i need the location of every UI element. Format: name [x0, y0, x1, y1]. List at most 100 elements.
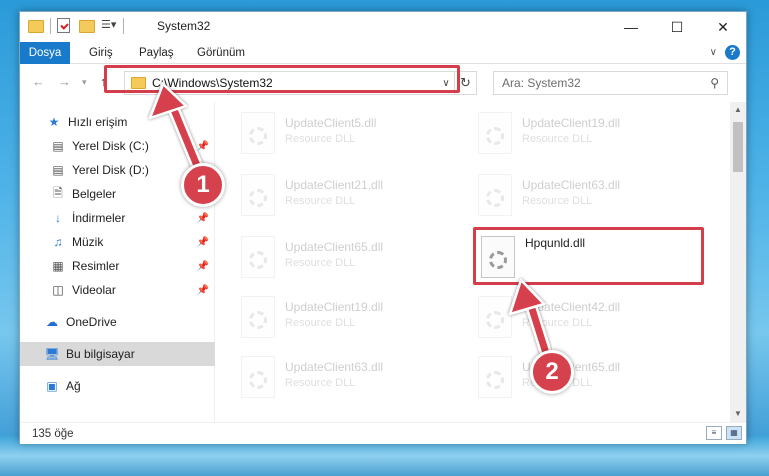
file-name: UpdateClient63.dll [522, 178, 621, 192]
tab-share[interactable]: Paylaş [128, 42, 185, 64]
chevron-down-icon[interactable]: ∨ [710, 47, 717, 58]
file-type: Resource DLL [285, 257, 356, 269]
sidebar-item-local-disk-c[interactable]: ▤ Yerel Disk (C:) 📌 [20, 134, 215, 158]
details-view-icon[interactable]: ≡ [706, 426, 722, 440]
file-item[interactable]: UpdateClient19.dll Resource DLL [478, 110, 698, 162]
star-icon: ★ [48, 115, 60, 129]
network-icon: ▣ [46, 379, 58, 393]
up-button[interactable]: ↑ [100, 74, 107, 89]
file-type: Resource DLL [285, 133, 356, 145]
file-name: UpdateClient21.dll [285, 178, 384, 192]
item-count: 135 öğe [32, 427, 74, 440]
picture-icon: ▦ [52, 259, 64, 273]
tab-home[interactable]: Giriş [78, 42, 124, 64]
status-bar: 135 öğe ≡ ▦ [20, 422, 746, 444]
address-path[interactable]: C:\Windows\System32 [152, 76, 438, 90]
sidebar-item-network[interactable]: ▣ Ağ [20, 374, 215, 398]
dll-file-icon [478, 112, 512, 154]
content-area: ★ Hızlı erişim ▤ Yerel Disk (C:) 📌 ▤ Yer… [20, 102, 746, 422]
file-name: UpdateClient42.dll [522, 300, 621, 314]
search-input[interactable]: Ara: System32 ⚲ [493, 71, 728, 95]
file-item-hpqunld[interactable]: Hpqunld.dll [481, 234, 701, 286]
file-item[interactable]: UpdateClient19.dll Resource DLL [241, 294, 461, 346]
folder-icon [28, 18, 44, 34]
sidebar-item-label: Müzik [72, 235, 104, 249]
close-button[interactable]: ✕ [700, 12, 746, 42]
sidebar-item-label: Hızlı erişim [68, 115, 128, 129]
vertical-scrollbar[interactable]: ▲ ▼ [730, 102, 746, 422]
pin-icon: 📌 [196, 212, 209, 224]
file-item[interactable]: UpdateClient65.dllResource DLL [478, 354, 698, 406]
view-switcher: ≡ ▦ [706, 426, 742, 440]
file-type: Resource DLL [285, 195, 356, 207]
pin-icon: 📌 [196, 236, 209, 248]
folder-icon [131, 77, 146, 89]
scroll-up-icon[interactable]: ▲ [730, 102, 746, 118]
file-type: Resource DLL [522, 317, 593, 329]
pin-icon: 📌 [196, 284, 209, 296]
drive-icon: ▤ [52, 163, 64, 177]
title-bar: ☰▾ System32 — ☐ ✕ [20, 12, 746, 42]
video-icon: ◫ [52, 283, 64, 297]
navigation-pane: ★ Hızlı erişim ▤ Yerel Disk (C:) 📌 ▤ Yer… [20, 102, 215, 422]
sidebar-item-this-pc[interactable]: 🖥 Bu bilgisayar [20, 342, 215, 366]
window-title: System32 [157, 19, 211, 33]
dll-file-icon [241, 356, 275, 398]
maximize-button[interactable]: ☐ [654, 12, 700, 42]
file-name: UpdateClient65.dll [285, 240, 384, 254]
dll-file-icon [478, 296, 512, 338]
search-icon[interactable]: ⚲ [710, 76, 719, 90]
toolbar-separator [123, 18, 124, 34]
scroll-down-icon[interactable]: ▼ [730, 406, 746, 422]
properties-icon[interactable] [57, 18, 73, 34]
sidebar-item-videos[interactable]: ◫ Videolar 📌 [20, 278, 215, 302]
scroll-thumb[interactable] [733, 122, 743, 172]
help-icon[interactable]: ? [725, 45, 740, 60]
dll-file-icon [481, 236, 515, 278]
file-type: Resource DLL [285, 377, 356, 389]
toolbar-separator [50, 18, 51, 34]
drive-icon: ▤ [52, 139, 64, 153]
window-controls: — ☐ ✕ [608, 12, 746, 42]
recent-locations-button[interactable]: ▾ [82, 77, 87, 88]
tab-file[interactable]: Dosya [20, 42, 70, 64]
sidebar-item-pictures[interactable]: ▦ Resimler 📌 [20, 254, 215, 278]
sidebar-item-quick-access[interactable]: ★ Hızlı erişim [20, 110, 215, 134]
sidebar-item-label: Belgeler [72, 187, 117, 201]
navigation-bar: ← → ▾ ↑ C:\Windows\System32 ∨ ↻ Ara: Sys… [20, 64, 746, 102]
customize-toolbar-icon[interactable]: ☰▾ [101, 18, 117, 34]
file-item[interactable]: UpdateClient63.dll Resource DLL [478, 172, 698, 224]
new-folder-icon[interactable] [79, 18, 95, 34]
music-icon: ♫ [53, 235, 63, 249]
file-type: Resource DLL [522, 195, 593, 207]
sidebar-item-onedrive[interactable]: ☁ OneDrive [20, 310, 215, 334]
minimize-button[interactable]: — [608, 12, 654, 42]
refresh-button[interactable]: ↻ [454, 72, 476, 94]
dll-file-icon [478, 174, 512, 216]
file-name: UpdateClient63.dll [285, 360, 384, 374]
sidebar-item-label: Yerel Disk (C:) [72, 139, 149, 153]
file-item[interactable]: UpdateClient42.dll Resource DLL [478, 294, 698, 346]
pin-icon: 📌 [196, 140, 209, 152]
file-item[interactable]: UpdateClient5.dll Resource DLL [241, 110, 461, 162]
address-bar[interactable]: C:\Windows\System32 ∨ ↻ [124, 71, 477, 95]
chevron-down-icon[interactable]: ∨ [438, 78, 454, 89]
file-name: UpdateClient19.dll [285, 300, 384, 314]
file-type: Resource DLL [285, 317, 356, 329]
computer-icon: 🖥 [44, 347, 60, 361]
forward-button[interactable]: → [58, 74, 71, 89]
tab-view[interactable]: Görünüm [186, 42, 256, 64]
file-item[interactable]: UpdateClient21.dll Resource DLL [241, 172, 461, 224]
sidebar-item-label: OneDrive [66, 315, 117, 329]
dll-file-icon [241, 296, 275, 338]
ribbon-right-controls: ∨ ? [710, 45, 740, 60]
sidebar-item-label: İndirmeler [72, 211, 126, 225]
file-item[interactable]: UpdateClient65.dll Resource DLL [241, 234, 461, 286]
sidebar-item-music[interactable]: ♫ Müzik 📌 [20, 230, 215, 254]
file-name: UpdateClient5.dll [285, 116, 377, 130]
dll-file-icon [241, 236, 275, 278]
tiles-view-icon[interactable]: ▦ [726, 426, 742, 440]
back-button[interactable]: ← [32, 74, 45, 89]
sidebar-item-downloads[interactable]: ↓ İndirmeler 📌 [20, 206, 215, 230]
file-item[interactable]: UpdateClient63.dll Resource DLL [241, 354, 461, 406]
